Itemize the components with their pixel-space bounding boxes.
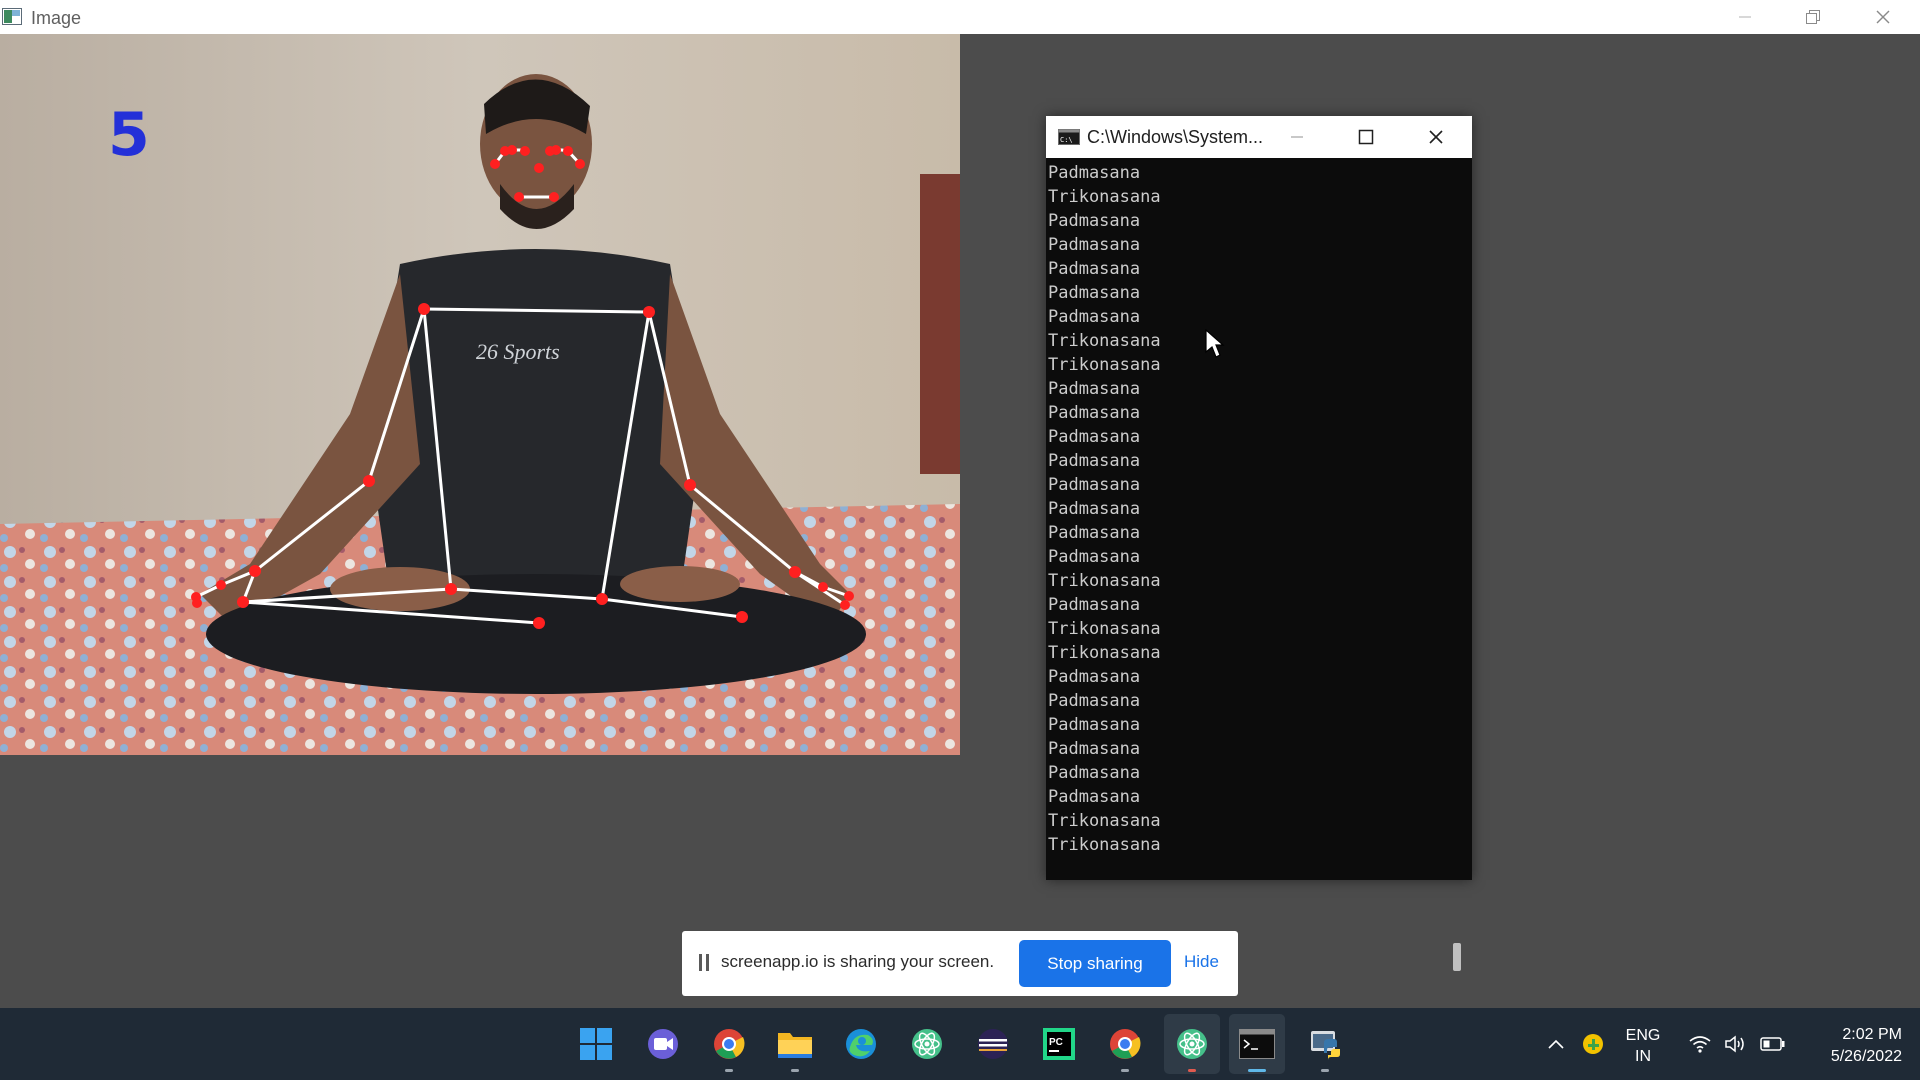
running-indicator (1121, 1069, 1129, 1072)
minimize-icon (1739, 16, 1751, 18)
console-minimize-button[interactable] (1268, 116, 1326, 158)
share-message: screenapp.io is sharing your screen. (721, 952, 995, 971)
console-line: Padmasana (1048, 379, 1141, 399)
maximize-icon (1358, 129, 1374, 145)
edge-icon[interactable] (842, 1025, 880, 1063)
pause-icon (699, 954, 709, 971)
running-indicator (725, 1069, 733, 1072)
running-indicator (1321, 1069, 1329, 1072)
svg-text:C:\: C:\ (1060, 136, 1073, 144)
console-line: Trikonasana (1048, 187, 1161, 207)
console-line: Trikonasana (1048, 835, 1161, 855)
console-line: Trikonasana (1048, 355, 1161, 375)
taskbar: PC ENG IN 2:02 PM 5/26/2022 (0, 1008, 1920, 1080)
console-app-icon: C:\ (1058, 129, 1080, 145)
console-line: Padmasana (1048, 163, 1141, 183)
running-indicator (1188, 1069, 1196, 1072)
atom-icon[interactable] (1173, 1025, 1211, 1072)
chrome-icon[interactable] (710, 1025, 748, 1072)
console-line: Trikonasana (1048, 643, 1161, 663)
mouse-cursor-icon (1205, 329, 1225, 358)
console-title: C:\Windows\System... (1087, 127, 1264, 147)
close-icon (1876, 10, 1890, 24)
console-line: Padmasana (1048, 283, 1141, 303)
console-line: Padmasana (1048, 259, 1141, 279)
console-line: Trikonasana (1048, 331, 1161, 351)
close-icon (1429, 130, 1443, 144)
console-titlebar[interactable]: C:\ C:\Windows\System... (1046, 116, 1472, 158)
pose-counter: 5 (108, 100, 150, 170)
console-line: Trikonasana (1048, 811, 1161, 831)
console-line: Padmasana (1048, 595, 1141, 615)
battery-icon[interactable] (1758, 1008, 1788, 1080)
minimize-icon (1291, 136, 1303, 138)
console-maximize-button[interactable] (1337, 116, 1395, 158)
show-hidden-icons-button[interactable] (1544, 1008, 1568, 1080)
console-line: Padmasana (1048, 691, 1141, 711)
folder-icon[interactable] (776, 1025, 814, 1072)
python-icon[interactable] (1306, 1025, 1344, 1072)
terminal-icon[interactable] (1238, 1025, 1276, 1072)
wifi-icon[interactable] (1686, 1008, 1714, 1080)
clock-time: 2:02 PM (1842, 1026, 1902, 1043)
language-indicator[interactable]: ENG IN (1618, 1025, 1668, 1067)
stop-sharing-button[interactable]: Stop sharing (1019, 940, 1171, 987)
console-line: Trikonasana (1048, 619, 1161, 639)
volume-icon[interactable] (1722, 1008, 1750, 1080)
console-line: Padmasana (1048, 787, 1141, 807)
video-chat-icon[interactable] (644, 1025, 682, 1063)
pycharm-icon[interactable]: PC (1040, 1025, 1078, 1063)
console-line: Padmasana (1048, 523, 1141, 543)
console-close-button[interactable] (1407, 116, 1465, 158)
console-line: Padmasana (1048, 403, 1141, 423)
clock[interactable]: 2:02 PM 5/26/2022 (1790, 1024, 1902, 1068)
close-button[interactable] (1852, 0, 1914, 34)
window-titlebar: Image (0, 0, 1920, 34)
svg-text:26 Sports: 26 Sports (476, 339, 560, 364)
minimize-button[interactable] (1714, 0, 1776, 34)
console-line: Padmasana (1048, 499, 1141, 519)
security-tray-icon[interactable] (1580, 1008, 1606, 1080)
console-line: Padmasana (1048, 667, 1141, 687)
console-output[interactable]: Padmasana Trikonasana Padmasana Padmasana Pa… (1046, 158, 1444, 883)
console-line: Padmasana (1048, 715, 1141, 735)
crossed-legs (206, 574, 866, 694)
hide-button[interactable]: Hide (1184, 952, 1219, 972)
windows-start-icon[interactable] (577, 1025, 615, 1063)
console-line: Padmasana (1048, 739, 1141, 759)
atom-icon[interactable] (908, 1025, 946, 1063)
restore-icon (1806, 10, 1820, 24)
chevron-up-icon (1548, 1039, 1564, 1049)
console-line: Padmasana (1048, 427, 1141, 447)
language-code: ENG (1625, 1027, 1661, 1044)
camera-feed: 26 Sports 5 (0, 34, 960, 755)
console-line: Padmasana (1048, 211, 1141, 231)
restore-button[interactable] (1782, 0, 1844, 34)
svg-text:PC: PC (1049, 1037, 1063, 1048)
image-window-icon (2, 8, 22, 25)
console-line: Padmasana (1048, 451, 1141, 471)
running-indicator (791, 1069, 799, 1072)
console-line: Trikonasana (1048, 571, 1161, 591)
chrome-icon[interactable] (1106, 1025, 1144, 1072)
console-line: Padmasana (1048, 307, 1141, 327)
active-indicator (1248, 1069, 1266, 1072)
window-title: Image (31, 8, 82, 28)
clock-date: 5/26/2022 (1830, 1048, 1902, 1065)
region-code: IN (1635, 1048, 1651, 1065)
eclipse-icon[interactable] (974, 1025, 1012, 1063)
console-scrollbar-thumb[interactable] (1450, 943, 1462, 973)
console-line: Padmasana (1048, 235, 1141, 255)
console-line: Padmasana (1048, 475, 1141, 495)
screen-share-banner: screenapp.io is sharing your screen. Sto… (682, 931, 1238, 996)
console-window[interactable]: C:\ C:\Windows\System... Padmasana Trikon… (1046, 116, 1472, 880)
console-line: Padmasana (1048, 763, 1141, 783)
console-line: Padmasana (1048, 547, 1141, 567)
